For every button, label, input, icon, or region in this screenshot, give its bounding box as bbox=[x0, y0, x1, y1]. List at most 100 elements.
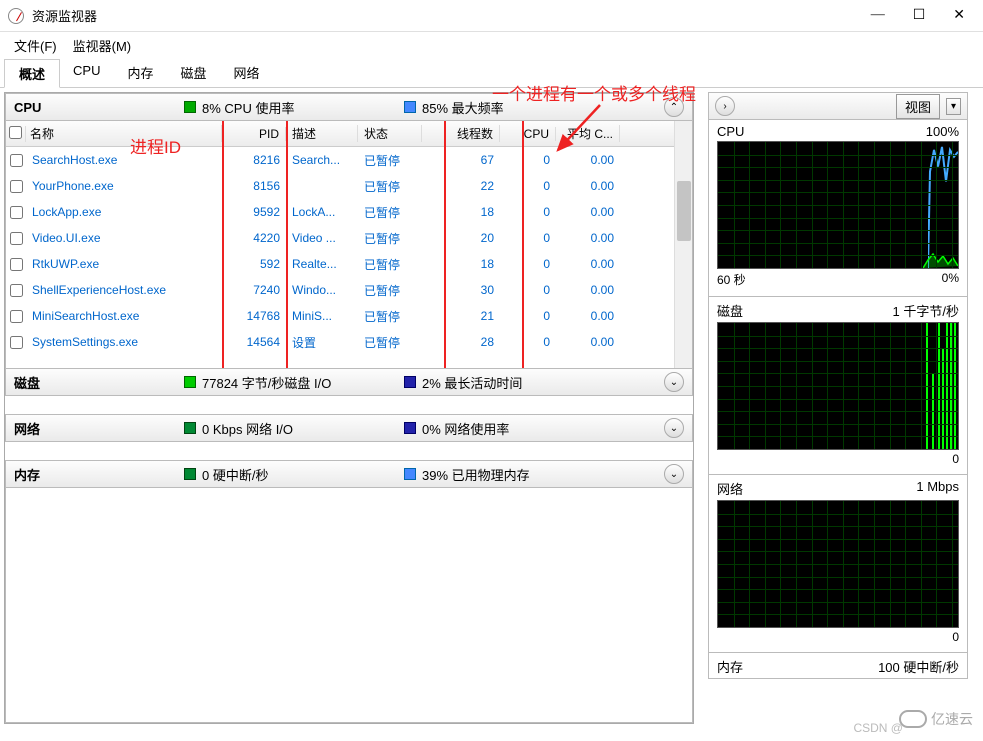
mem-int-metric: 0 硬中断/秒 bbox=[184, 465, 404, 484]
cell-cpu: 0 bbox=[500, 205, 556, 219]
view-button[interactable]: 视图 bbox=[896, 94, 940, 119]
empty-panel bbox=[5, 488, 693, 723]
disk-section-header[interactable]: 磁盘 77824 字节/秒磁盘 I/O 2% 最长活动时间 ⌄ bbox=[5, 368, 693, 396]
splitter-handle[interactable] bbox=[696, 10, 702, 731]
cell-status: 已暂停 bbox=[358, 230, 422, 247]
cell-name: Video.UI.exe bbox=[26, 231, 222, 245]
cpu-usage-icon bbox=[184, 101, 196, 113]
cell-desc: Search... bbox=[286, 153, 358, 167]
cell-cpu: 0 bbox=[500, 153, 556, 167]
cell-cpu: 0 bbox=[500, 335, 556, 349]
cell-pid: 14768 bbox=[222, 309, 286, 323]
cell-desc: 设置 bbox=[286, 334, 358, 351]
maximize-button[interactable]: ☐ bbox=[913, 7, 926, 24]
table-row[interactable]: SystemSettings.exe14564设置已暂停2800.00 bbox=[6, 329, 692, 355]
cell-name: SearchHost.exe bbox=[26, 153, 222, 167]
col-threads[interactable]: 线程数 bbox=[422, 125, 500, 142]
disk-io-text: 77824 字节/秒磁盘 I/O bbox=[202, 373, 331, 392]
net-usage-icon bbox=[404, 422, 416, 434]
mem-int-icon bbox=[184, 468, 196, 480]
cell-status: 已暂停 bbox=[358, 334, 422, 351]
mem-graph-max: 100 硬中断/秒 bbox=[878, 657, 959, 676]
table-row[interactable]: ShellExperienceHost.exe7240Windo...已暂停30… bbox=[6, 277, 692, 303]
table-row[interactable]: Video.UI.exe4220Video ...已暂停2000.00 bbox=[6, 225, 692, 251]
process-table: 名称 PID 描述 状态 线程数 CPU 平均 C... SearchHost.… bbox=[5, 121, 693, 369]
cell-pid: 4220 bbox=[222, 231, 286, 245]
net-expand-button[interactable]: ⌄ bbox=[664, 418, 684, 438]
col-pid[interactable]: PID bbox=[222, 127, 286, 141]
disk-expand-button[interactable]: ⌄ bbox=[664, 372, 684, 392]
table-row[interactable]: SearchHost.exe8216Search...已暂停6700.00 bbox=[6, 147, 692, 173]
right-collapse-button[interactable]: › bbox=[715, 96, 735, 116]
row-checkbox[interactable] bbox=[10, 336, 23, 349]
scrollbar-thumb[interactable] bbox=[677, 181, 691, 241]
cell-threads: 30 bbox=[422, 283, 500, 297]
row-checkbox[interactable] bbox=[10, 180, 23, 193]
cell-avg: 0.00 bbox=[556, 205, 620, 219]
network-section-header[interactable]: 网络 0 Kbps 网络 I/O 0% 网络使用率 ⌄ bbox=[5, 414, 693, 442]
cell-desc: Realte... bbox=[286, 257, 358, 271]
disk-graph-max: 1 千字节/秒 bbox=[893, 301, 959, 320]
cell-desc: Video ... bbox=[286, 231, 358, 245]
view-dropdown-icon[interactable]: ▾ bbox=[946, 98, 961, 115]
col-status[interactable]: 状态 bbox=[358, 125, 422, 142]
menu-monitor[interactable]: 监视器(M) bbox=[69, 34, 136, 57]
disk-graph-xright: 0 bbox=[952, 452, 959, 466]
cell-name: ShellExperienceHost.exe bbox=[26, 283, 222, 297]
table-row[interactable]: YourPhone.exe8156已暂停2200.00 bbox=[6, 173, 692, 199]
cell-name: MiniSearchHost.exe bbox=[26, 309, 222, 323]
watermark-brand-text: 亿速云 bbox=[931, 709, 973, 729]
cell-threads: 20 bbox=[422, 231, 500, 245]
table-body: SearchHost.exe8216Search...已暂停6700.00You… bbox=[6, 147, 692, 355]
menu-file[interactable]: 文件(F) bbox=[10, 34, 61, 57]
tab-overview[interactable]: 概述 bbox=[4, 59, 60, 88]
cell-status: 已暂停 bbox=[358, 178, 422, 195]
tab-memory[interactable]: 内存 bbox=[113, 59, 167, 88]
table-row[interactable]: RtkUWP.exe592Realte...已暂停1800.00 bbox=[6, 251, 692, 277]
cell-name: LockApp.exe bbox=[26, 205, 222, 219]
select-all-checkbox[interactable] bbox=[9, 126, 22, 139]
window-buttons: — ☐ ✕ bbox=[871, 7, 965, 24]
col-desc[interactable]: 描述 bbox=[286, 125, 358, 142]
net-graph-xright: 0 bbox=[952, 630, 959, 644]
table-row[interactable]: MiniSearchHost.exe14768MiniS...已暂停2100.0… bbox=[6, 303, 692, 329]
cpu-collapse-button[interactable]: ⌃ bbox=[664, 97, 684, 117]
row-checkbox[interactable] bbox=[10, 310, 23, 323]
row-checkbox[interactable] bbox=[10, 284, 23, 297]
cpu-graph-xright: 0% bbox=[942, 271, 959, 288]
col-cpu[interactable]: CPU bbox=[500, 127, 556, 141]
cell-threads: 67 bbox=[422, 153, 500, 167]
cell-pid: 14564 bbox=[222, 335, 286, 349]
col-name[interactable]: 名称 bbox=[26, 125, 222, 142]
tab-disk[interactable]: 磁盘 bbox=[166, 59, 220, 88]
cell-pid: 9592 bbox=[222, 205, 286, 219]
tab-cpu[interactable]: CPU bbox=[59, 59, 114, 88]
right-panel-header: › 视图 ▾ bbox=[708, 92, 968, 120]
table-row[interactable]: LockApp.exe9592LockA...已暂停1800.00 bbox=[6, 199, 692, 225]
menu-bar: 文件(F) 监视器(M) bbox=[0, 32, 983, 58]
col-avg[interactable]: 平均 C... bbox=[556, 125, 620, 142]
window-title: 资源监视器 bbox=[32, 6, 871, 25]
row-checkbox[interactable] bbox=[10, 154, 23, 167]
row-checkbox[interactable] bbox=[10, 258, 23, 271]
cell-status: 已暂停 bbox=[358, 204, 422, 221]
mem-expand-button[interactable]: ⌄ bbox=[664, 464, 684, 484]
network-section-label: 网络 bbox=[14, 419, 184, 438]
cell-desc: MiniS... bbox=[286, 309, 358, 323]
minimize-button[interactable]: — bbox=[871, 7, 885, 24]
table-scrollbar[interactable] bbox=[674, 121, 692, 368]
row-checkbox[interactable] bbox=[10, 232, 23, 245]
net-io-icon bbox=[184, 422, 196, 434]
disk-active-text: 2% 最长活动时间 bbox=[422, 373, 522, 392]
cpu-section-header[interactable]: CPU 8% CPU 使用率 85% 最大频率 ⌃ bbox=[5, 93, 693, 121]
tab-network[interactable]: 网络 bbox=[220, 59, 274, 88]
mem-int-text: 0 硬中断/秒 bbox=[202, 465, 268, 484]
net-graph-max: 1 Mbps bbox=[916, 479, 959, 498]
row-checkbox[interactable] bbox=[10, 206, 23, 219]
cpu-graph-title: CPU bbox=[717, 124, 744, 139]
cell-name: YourPhone.exe bbox=[26, 179, 222, 193]
left-column: CPU 8% CPU 使用率 85% 最大频率 ⌃ 名称 PID 描述 状态 线… bbox=[4, 92, 694, 724]
disk-section-label: 磁盘 bbox=[14, 373, 184, 392]
memory-section-header[interactable]: 内存 0 硬中断/秒 39% 已用物理内存 ⌄ bbox=[5, 460, 693, 488]
close-button[interactable]: ✕ bbox=[953, 7, 965, 24]
